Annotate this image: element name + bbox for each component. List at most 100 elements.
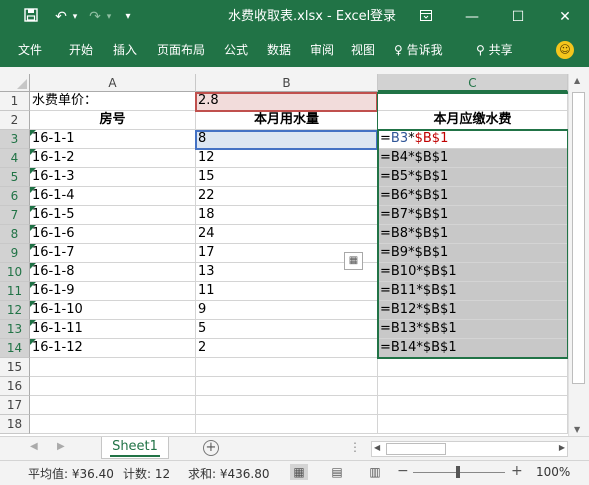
page-break-view-icon[interactable]: ▥: [366, 464, 384, 480]
row-header[interactable]: 6: [0, 187, 30, 206]
redo-icon[interactable]: ↷: [86, 8, 104, 26]
maximize-icon[interactable]: ☐: [506, 6, 530, 28]
vertical-scroll-thumb[interactable]: [572, 92, 585, 384]
page-layout-view-icon[interactable]: ▤: [328, 464, 346, 480]
cell-c16[interactable]: [378, 377, 568, 396]
row-header[interactable]: 18: [0, 415, 30, 434]
undo-dropdown-icon[interactable]: ▾: [70, 8, 80, 26]
minimize-icon[interactable]: —: [460, 6, 484, 28]
cell-a13[interactable]: 16-1-11: [30, 320, 196, 339]
cell-b12[interactable]: 9: [196, 301, 378, 320]
cell-a4[interactable]: 16-1-2: [30, 149, 196, 168]
row-header[interactable]: 9: [0, 244, 30, 263]
row-header[interactable]: 10: [0, 263, 30, 282]
vertical-scrollbar[interactable]: ▲ ▼: [568, 74, 589, 436]
worksheet-grid[interactable]: A B C 1 水费单价： 2.8 2 房号 本月用水量 本月应缴水费 3 16-1-1 8 =B3*$B…: [0, 74, 568, 436]
tab-home[interactable]: 开始: [69, 42, 93, 58]
share-button[interactable]: ⚲ 共享: [473, 40, 525, 62]
cell-b15[interactable]: [196, 358, 378, 377]
cell-a16[interactable]: [30, 377, 196, 396]
cell-b17[interactable]: [196, 396, 378, 415]
normal-view-icon[interactable]: ▦: [290, 464, 308, 480]
tab-insert[interactable]: 插入: [113, 42, 137, 58]
scroll-right-icon[interactable]: ▶: [559, 443, 565, 452]
cell-b6[interactable]: 22: [196, 187, 378, 206]
redo-dropdown-icon[interactable]: ▾: [104, 8, 114, 26]
row-header[interactable]: 5: [0, 168, 30, 187]
cell-b4[interactable]: 12: [196, 149, 378, 168]
select-all-corner[interactable]: [0, 74, 30, 92]
save-icon[interactable]: [22, 8, 40, 27]
row-header[interactable]: 11: [0, 282, 30, 301]
row-header[interactable]: 2: [0, 111, 30, 130]
sheet-prev-icon[interactable]: ◀: [30, 441, 38, 452]
cell-c15[interactable]: [378, 358, 568, 377]
paste-options-icon[interactable]: ▦: [344, 252, 363, 270]
cell-c18[interactable]: [378, 415, 568, 434]
cell-a5[interactable]: 16-1-3: [30, 168, 196, 187]
cell-b7[interactable]: 18: [196, 206, 378, 225]
cell-a9[interactable]: 16-1-7: [30, 244, 196, 263]
cell-a17[interactable]: [30, 396, 196, 415]
row-header[interactable]: 8: [0, 225, 30, 244]
zoom-level[interactable]: 100%: [536, 465, 570, 479]
cell-b18[interactable]: [196, 415, 378, 434]
tab-file[interactable]: 文件: [18, 42, 42, 58]
cell-b14[interactable]: 2: [196, 339, 378, 358]
row-header[interactable]: 7: [0, 206, 30, 225]
tab-review[interactable]: 审阅: [310, 42, 334, 58]
sheet-next-icon[interactable]: ▶: [57, 441, 65, 452]
ribbon-display-icon[interactable]: [414, 6, 438, 28]
cell-b8[interactable]: 24: [196, 225, 378, 244]
column-header-c[interactable]: C: [378, 74, 568, 92]
column-header-a[interactable]: A: [30, 74, 196, 92]
cell-a2[interactable]: 房号: [30, 111, 196, 130]
zoom-out-icon[interactable]: −: [397, 463, 409, 479]
zoom-slider-knob[interactable]: [456, 466, 460, 478]
scroll-up-icon[interactable]: ▲: [574, 76, 580, 85]
row-header[interactable]: 3: [0, 130, 30, 149]
row-header[interactable]: 17: [0, 396, 30, 415]
tab-view[interactable]: 视图: [351, 42, 375, 58]
cell-a15[interactable]: [30, 358, 196, 377]
cell-a3[interactable]: 16-1-1: [30, 130, 196, 149]
row-header[interactable]: 4: [0, 149, 30, 168]
cell-a14[interactable]: 16-1-12: [30, 339, 196, 358]
split-handle-icon[interactable]: ⋮: [349, 440, 361, 454]
tab-data[interactable]: 数据: [267, 42, 291, 58]
scroll-down-icon[interactable]: ▼: [574, 425, 580, 434]
row-header[interactable]: 12: [0, 301, 30, 320]
undo-icon[interactable]: ↶: [52, 8, 70, 26]
close-icon[interactable]: ✕: [553, 6, 577, 28]
cell-a6[interactable]: 16-1-4: [30, 187, 196, 206]
tab-page-layout[interactable]: 页面布局: [157, 42, 205, 58]
cell-a11[interactable]: 16-1-9: [30, 282, 196, 301]
tab-formulas[interactable]: 公式: [224, 42, 248, 58]
add-sheet-icon[interactable]: +: [203, 440, 219, 456]
scroll-left-icon[interactable]: ◀: [374, 443, 380, 452]
zoom-in-icon[interactable]: +: [511, 463, 523, 479]
row-header[interactable]: 15: [0, 358, 30, 377]
customize-icon[interactable]: ▾: [122, 8, 134, 26]
cell-a10[interactable]: 16-1-8: [30, 263, 196, 282]
cell-b16[interactable]: [196, 377, 378, 396]
cell-a7[interactable]: 16-1-5: [30, 206, 196, 225]
cell-b5[interactable]: 15: [196, 168, 378, 187]
horizontal-scroll-thumb[interactable]: [386, 443, 446, 455]
row-header[interactable]: 1: [0, 92, 30, 111]
column-header-b[interactable]: B: [196, 74, 378, 92]
cell-a18[interactable]: [30, 415, 196, 434]
cell-a1[interactable]: 水费单价：: [30, 92, 196, 111]
row-header[interactable]: 16: [0, 377, 30, 396]
smiley-feedback-icon[interactable]: ☺: [556, 41, 574, 59]
horizontal-scrollbar[interactable]: ◀ ▶: [371, 441, 568, 457]
cell-b11[interactable]: 11: [196, 282, 378, 301]
cell-c17[interactable]: [378, 396, 568, 415]
row-header[interactable]: 13: [0, 320, 30, 339]
cell-b2[interactable]: 本月用水量: [196, 111, 378, 130]
cell-b13[interactable]: 5: [196, 320, 378, 339]
tell-me-button[interactable]: ♀ 告诉我: [394, 42, 443, 58]
cell-a8[interactable]: 16-1-6: [30, 225, 196, 244]
cell-a12[interactable]: 16-1-10: [30, 301, 196, 320]
login-button[interactable]: 登录: [370, 8, 396, 26]
